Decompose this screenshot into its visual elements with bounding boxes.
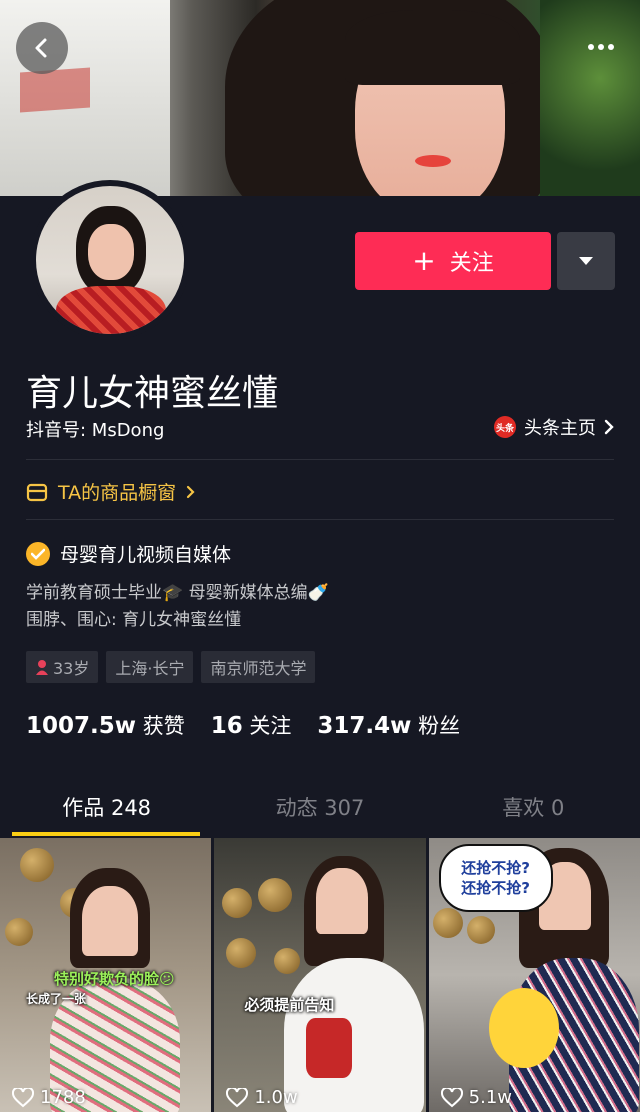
caret-down-icon: [579, 257, 593, 265]
tab-works[interactable]: 作品 248: [0, 784, 213, 836]
tab-indicator: [12, 832, 200, 836]
video-thumbnail[interactable]: 还抢不抢? 还抢不抢? 5.1w: [428, 838, 640, 1112]
toutiao-homepage-link[interactable]: 头条 头条主页: [494, 414, 614, 440]
heart-icon: [12, 1087, 34, 1107]
profile-tags: 33岁 上海·长宁 南京师范大学: [26, 651, 316, 683]
video-grid: 特别好欺负的脸😕 长成了一张 1788 必须提前告知 1.0w 还抢不抢? 还抢…: [0, 838, 640, 1112]
tag-school: 南京师范大学: [201, 651, 316, 683]
nickname: 育儿女神蜜丝懂: [26, 373, 279, 414]
recommend-dropdown-button[interactable]: [557, 232, 615, 290]
video-likes: 5.1w: [440, 1087, 512, 1108]
tag-age: 33岁: [26, 651, 99, 683]
chevron-right-icon: [604, 419, 614, 435]
shop-window-link[interactable]: TA的商品橱窗: [26, 478, 195, 505]
toutiao-logo-icon: 头条: [494, 416, 516, 438]
content-tabs: 作品 248 动态 307 喜欢 0: [0, 784, 640, 836]
follow-button[interactable]: + 关注: [355, 232, 551, 290]
chevron-right-icon: [187, 485, 195, 498]
verification: 母婴育儿视频自媒体: [26, 540, 231, 567]
heart-icon: [226, 1087, 249, 1107]
stats: 1007.5w 获赞 16 关注 317.4w 粉丝: [26, 710, 460, 740]
tab-dynamics[interactable]: 动态 307: [213, 784, 426, 836]
shop-icon: [26, 483, 48, 501]
shop-label: TA的商品橱窗: [58, 482, 177, 504]
avatar[interactable]: [30, 180, 190, 340]
plus-icon: +: [412, 244, 436, 277]
verified-label: 母婴育儿视频自媒体: [60, 544, 232, 566]
video-thumbnail[interactable]: 特别好欺负的脸😕 长成了一张 1788: [0, 838, 212, 1112]
speech-bubble: 还抢不抢? 还抢不抢?: [438, 844, 553, 912]
bio-line: 学前教育硕士毕业🎓 母婴新媒体总编🍼: [26, 583, 329, 603]
video-caption: 必须提前告知: [244, 996, 335, 1014]
video-caption: 特别好欺负的脸😕: [54, 970, 175, 988]
tab-likes[interactable]: 喜欢 0: [427, 784, 640, 836]
back-button[interactable]: [16, 22, 68, 74]
verified-check-icon: [26, 541, 50, 566]
video-likes: 1788: [12, 1087, 86, 1108]
follow-label: 关注: [449, 251, 494, 276]
tag-location: 上海·长宁: [106, 651, 194, 683]
stat-followers[interactable]: 317.4w 粉丝: [317, 710, 460, 740]
female-icon: [36, 660, 48, 675]
chevron-left-icon: [35, 38, 47, 58]
stat-following[interactable]: 16 关注: [211, 710, 292, 740]
divider: [26, 459, 614, 460]
heart-icon: [440, 1087, 463, 1107]
more-button[interactable]: [588, 40, 618, 54]
bio: 学前教育硕士毕业🎓 母婴新媒体总编🍼 围脖、围心: 育儿女神蜜丝懂: [26, 580, 329, 634]
video-thumbnail[interactable]: 必须提前告知 1.0w: [214, 838, 426, 1112]
more-dots-icon: [588, 44, 594, 50]
video-caption: 长成了一张: [26, 992, 87, 1006]
divider: [26, 519, 614, 520]
video-likes: 1.0w: [226, 1087, 298, 1108]
douyin-id: 抖音号: MsDong: [26, 420, 165, 441]
bio-line: 围脖、围心: 育儿女神蜜丝懂: [26, 610, 242, 630]
cover-image: [0, 0, 640, 196]
stat-likes: 1007.5w 获赞: [26, 713, 185, 739]
toutiao-link-label: 头条主页: [524, 418, 596, 439]
